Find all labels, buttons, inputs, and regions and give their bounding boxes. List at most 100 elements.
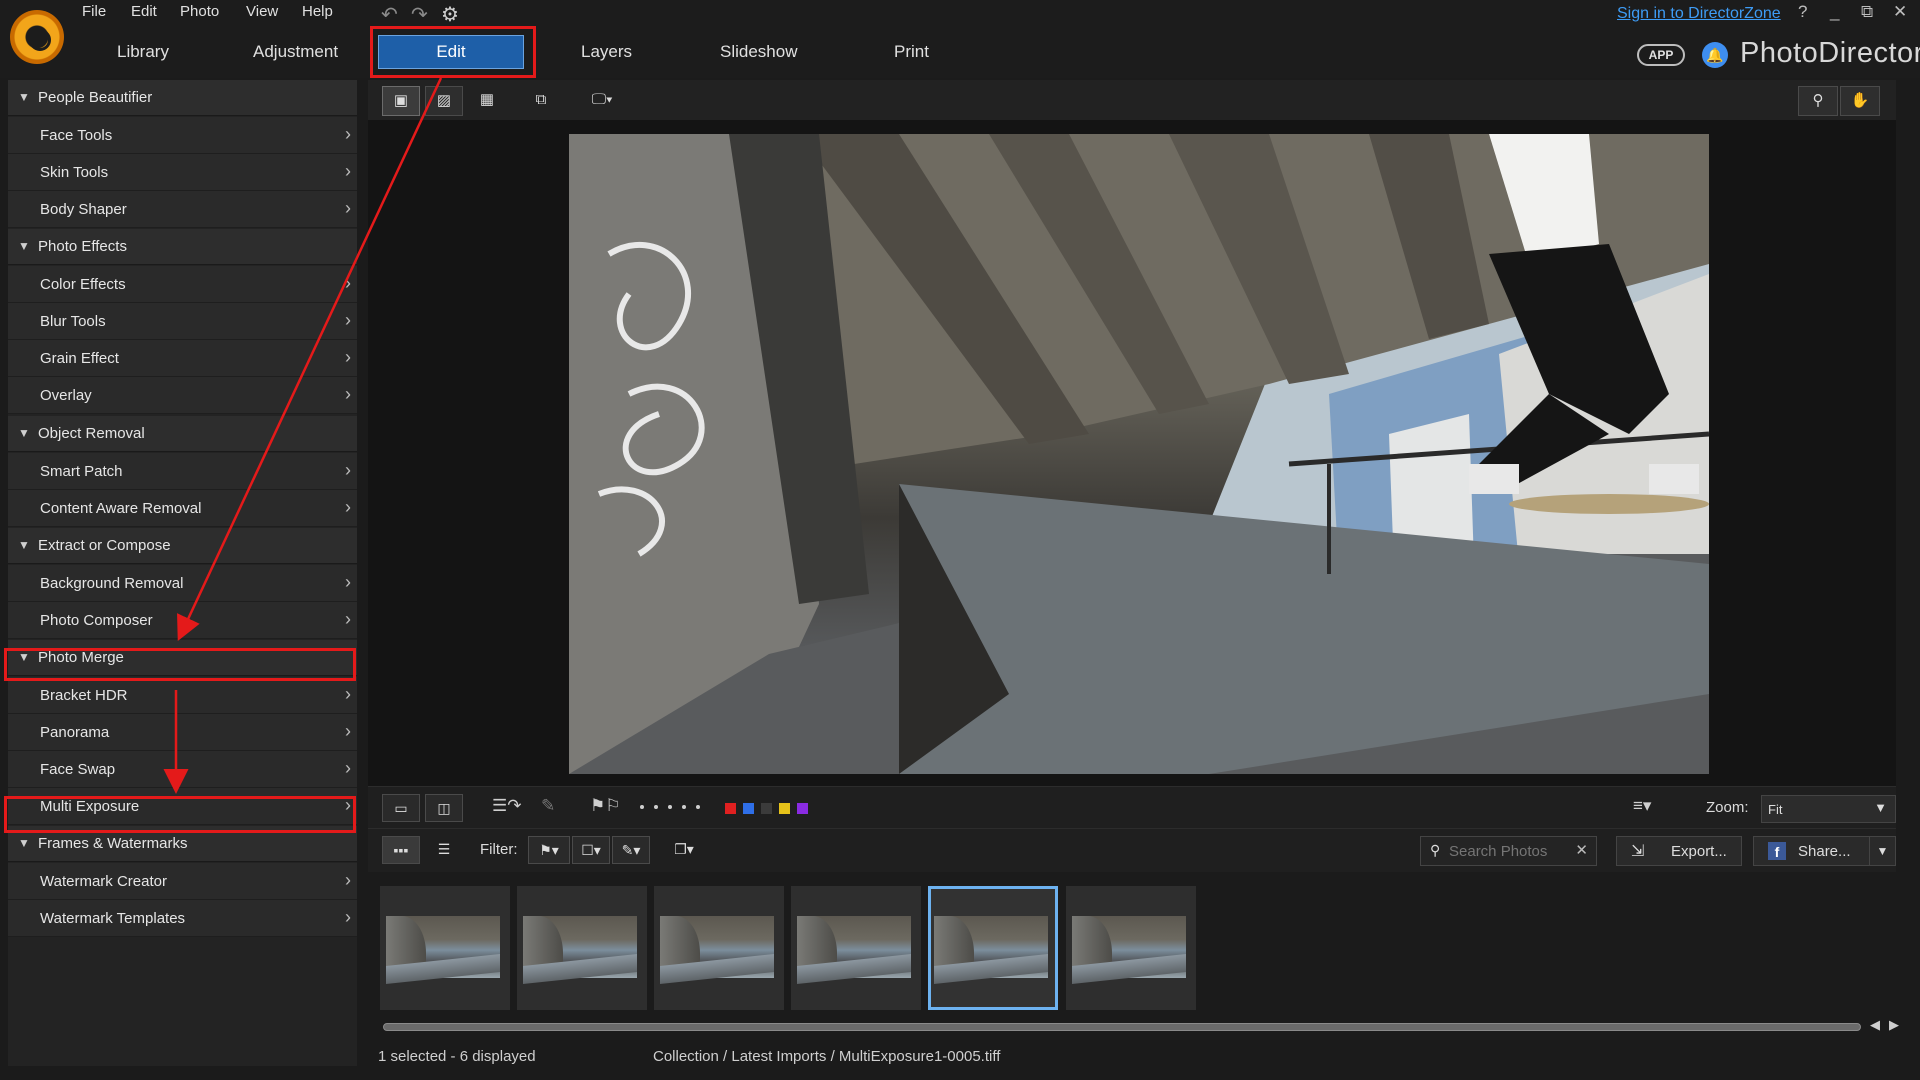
section-photo-effects[interactable]: ▼ Photo Effects [8,229,357,265]
tool-face-tools[interactable]: Face Tools › [8,117,357,154]
app-badge[interactable]: APP [1637,44,1685,66]
tool-content-aware-removal[interactable]: Content Aware Removal › [8,490,357,527]
rating-dot-3[interactable] [668,805,672,809]
color-label-red[interactable] [725,803,736,814]
tab-slideshow[interactable]: Slideshow [720,42,798,62]
rating-dot-4[interactable] [682,805,686,809]
tool-body-shaper[interactable]: Body Shaper › [8,191,357,228]
close-button[interactable]: ✕ [1893,2,1907,22]
tool-bracket-hdr[interactable]: Bracket HDR › [8,677,357,714]
menu-photo[interactable]: Photo [180,3,219,20]
flag-filter-icon[interactable]: ⚑▾ [528,836,570,864]
single-view-icon[interactable]: ▭ [382,794,420,822]
tool-label: Overlay [40,387,92,404]
minimize-button[interactable]: _ [1830,2,1839,22]
rating-dot-5[interactable] [696,805,700,809]
section-object-removal[interactable]: ▼ Object Removal [8,416,357,452]
edit-filter-icon[interactable]: ✎▾ [612,836,650,864]
list-view-icon[interactable]: ☰ [425,836,463,864]
thumbnail[interactable] [380,886,510,1010]
tool-blur-tools[interactable]: Blur Tools › [8,303,357,340]
tool-face-swap[interactable]: Face Swap › [8,751,357,788]
tab-print[interactable]: Print [894,42,929,62]
tool-background-removal[interactable]: Background Removal › [8,565,357,602]
view-filmstrip-icon[interactable]: ▨ [425,86,463,116]
compare-view-icon[interactable]: ⧉ [522,86,560,116]
color-label-yellow[interactable] [779,803,790,814]
brush-erase-icon[interactable]: ✎ [541,796,555,816]
clear-search-icon[interactable]: ✕ [1575,841,1588,859]
export-button[interactable]: ⇲ Export... [1616,836,1742,866]
settings-gear-icon[interactable]: ⚙ [441,2,459,27]
tool-label: Body Shaper [40,201,127,218]
chevron-right-icon: › [345,124,351,144]
thumbnail-image [523,916,637,978]
search-input[interactable] [1449,842,1569,860]
zoom-magnifier-icon[interactable]: ⚲ [1798,86,1838,116]
scroll-right-icon[interactable]: ▶ [1889,1017,1899,1033]
pan-hand-icon[interactable]: ✋ [1840,86,1880,116]
tool-overlay[interactable]: Overlay › [8,377,357,414]
restore-button[interactable]: ⧉ [1861,2,1873,22]
thumbnail[interactable] [654,886,784,1010]
tool-skin-tools[interactable]: Skin Tools › [8,154,357,191]
chevron-down-icon[interactable]: ▼ [1869,837,1895,865]
scroll-left-icon[interactable]: ◀ [1870,1017,1880,1033]
thumbnail[interactable] [791,886,921,1010]
tool-watermark-creator[interactable]: Watermark Creator › [8,863,357,900]
tool-watermark-templates[interactable]: Watermark Templates › [8,900,357,937]
view-single-icon[interactable]: ▣ [382,86,420,116]
redo-icon[interactable]: ↷ [411,2,428,27]
tool-panorama[interactable]: Panorama › [8,714,357,751]
tool-smart-patch[interactable]: Smart Patch › [8,453,357,490]
rating-dot-1[interactable] [640,805,644,809]
rotate-list-icon[interactable]: ☰↷ [492,796,521,816]
menu-edit[interactable]: Edit [131,3,157,20]
tool-color-effects[interactable]: Color Effects › [8,266,357,303]
zoom-select[interactable]: Fit ▼ [1761,795,1896,823]
stack-filter-icon[interactable]: ❐▾ [666,836,702,864]
view-grid-icon[interactable]: ▦ [468,86,506,116]
color-filter-icon[interactable]: ☐▾ [572,836,610,864]
tab-layers[interactable]: Layers [581,42,632,62]
tool-grain-effect[interactable]: Grain Effect › [8,340,357,377]
monitor-dropdown-icon[interactable]: 🖵▾ [578,86,626,116]
main-photo[interactable] [569,134,1709,774]
color-label-purple[interactable] [797,803,808,814]
undo-icon[interactable]: ↶ [381,2,398,27]
section-extract-or-compose[interactable]: ▼ Extract or Compose [8,528,357,564]
sort-menu-icon[interactable]: ≡▾ [1633,796,1651,816]
compare-two-icon[interactable]: ◫ [425,794,463,822]
chevron-right-icon: › [345,758,351,778]
sign-in-link[interactable]: Sign in to DirectorZone [1617,5,1781,23]
tool-label: Grain Effect [40,350,119,367]
help-button[interactable]: ? [1798,2,1807,22]
thumbnail-image [797,916,911,978]
tab-library[interactable]: Library [117,42,169,62]
tab-adjustment[interactable]: Adjustment [253,42,338,62]
chevron-right-icon: › [345,907,351,927]
share-button[interactable]: f Share... ▼ [1753,836,1896,866]
tool-label: Watermark Templates [40,910,186,927]
tool-photo-composer[interactable]: Photo Composer › [8,602,357,639]
search-photos-field[interactable]: ⚲ ✕ [1420,836,1597,866]
menu-file[interactable]: File [82,3,106,20]
filmstrip-scrollbar[interactable] [383,1023,1861,1031]
menu-help[interactable]: Help [302,3,333,20]
color-label-blue[interactable] [743,803,754,814]
thumbnail[interactable] [517,886,647,1010]
color-label-none[interactable] [761,803,772,814]
rating-dot-2[interactable] [654,805,658,809]
thumbnail-view-icon[interactable]: ▪▪▪ [382,836,420,864]
section-label: Frames & Watermarks [38,835,188,852]
tool-label: Bracket HDR [40,687,128,704]
menu-view[interactable]: View [246,3,278,20]
tool-label: Panorama [40,724,110,741]
section-label: People Beautifier [38,89,153,106]
flag-icon[interactable]: ⚑⚐ [590,796,620,816]
thumbnail-selected[interactable] [928,886,1058,1010]
thumbnail[interactable] [1066,886,1196,1010]
section-people-beautifier[interactable]: ▼ People Beautifier [8,80,357,116]
notification-bell-icon[interactable]: 🔔 [1702,42,1728,68]
tool-label: Smart Patch [40,463,123,480]
